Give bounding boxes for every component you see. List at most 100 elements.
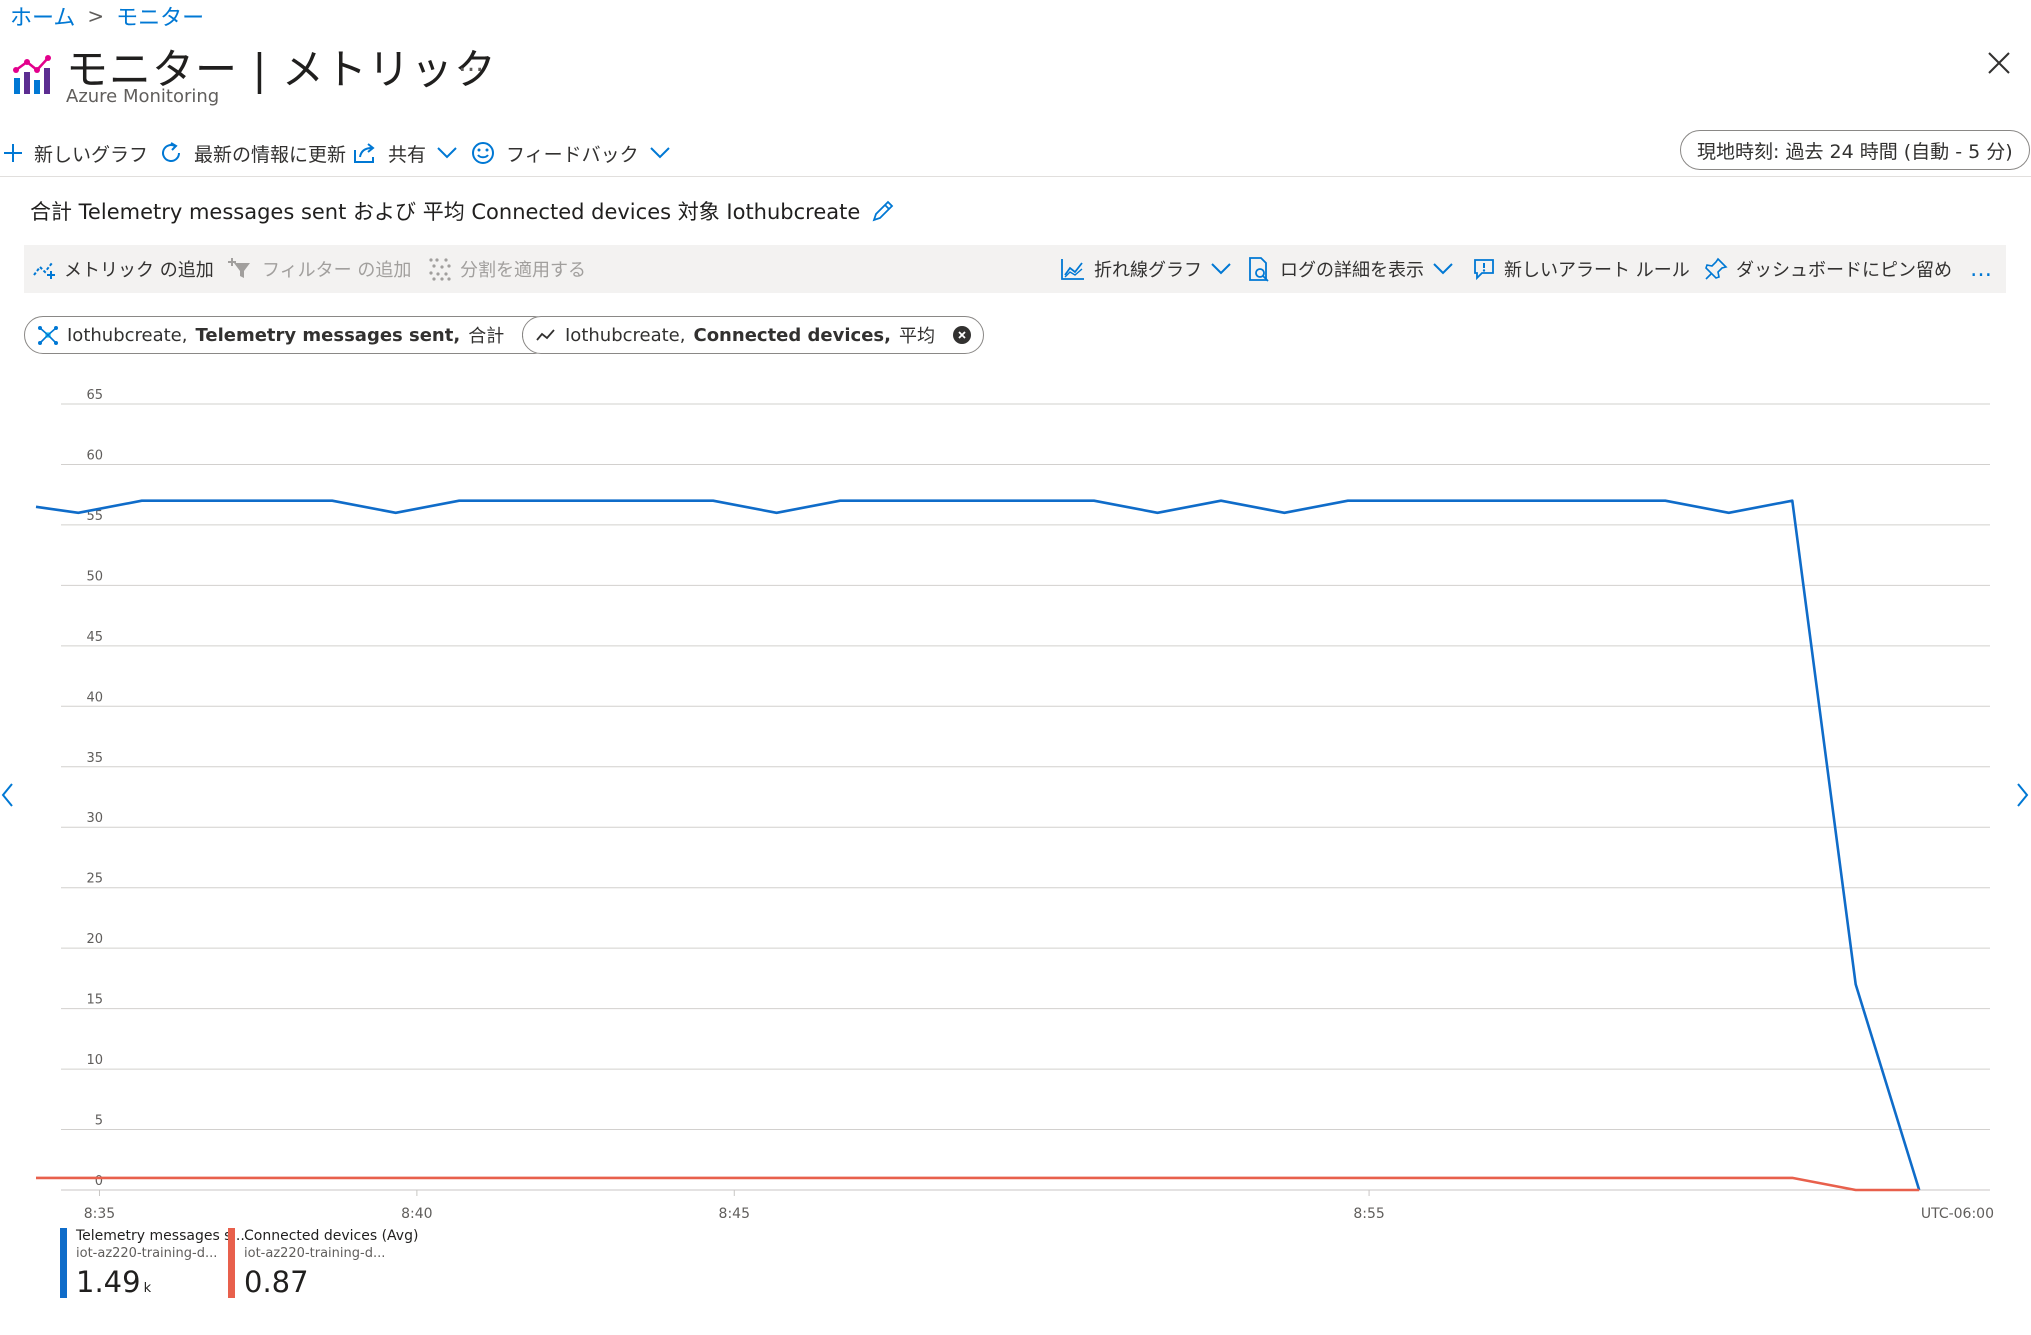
legend-value: 0.87 (244, 1265, 418, 1299)
legend-value-number: 0.87 (244, 1265, 309, 1299)
y-tick-label: 30 (86, 811, 103, 826)
refresh-label: 最新の情報に更新 (194, 143, 347, 166)
y-tick-label: 25 (86, 872, 103, 887)
y-tick-label: 40 (86, 690, 103, 705)
logs-icon (1249, 257, 1269, 282)
legend-value-unit: k (143, 1281, 152, 1296)
chart-title-text: 合計 Telemetry messages sent および 平均 Connec… (30, 200, 861, 224)
legend-resource: iot-az220-training-d... (76, 1246, 218, 1261)
pin-dashboard-button[interactable]: ダッシュボードにピン留め (1704, 245, 1952, 293)
x-tick-label: 8:40 (401, 1206, 432, 1220)
chevron-down-icon (649, 147, 670, 159)
share-icon (354, 143, 375, 163)
remove-metric-icon[interactable] (952, 326, 971, 344)
chevron-down-icon (1211, 263, 1231, 275)
y-tick-label: 35 (86, 751, 103, 766)
legend-resource: iot-az220-training-d... (244, 1246, 386, 1261)
view-logs-label: ログの詳細を表示 (1280, 260, 1424, 281)
y-tick-label: 65 (86, 388, 103, 403)
metrics-line-chart: 05101520253035404550556065 8:35 8:40 8:45 8… (35, 388, 1994, 1220)
filter-icon (228, 258, 250, 278)
chart-title: 合計 Telemetry messages sent および 平均 Connec… (30, 196, 896, 226)
chevron-down-icon (437, 147, 457, 159)
chart-toolbar: メトリック の追加 フィルター の追加 分割を適用する 折れ線グラフ ログの詳細… (24, 245, 2006, 293)
breadcrumb-current-link[interactable]: モニター (116, 0, 204, 32)
metric-pill-connected-devices[interactable]: Iothubcreate, Connected devices, 平均 (522, 316, 984, 354)
legend-item-connected-devices[interactable]: Connected devices (Avg) iot-az220-traini… (228, 1228, 419, 1299)
breadcrumb: ホーム > モニター (10, 0, 204, 32)
add-metric-label: メトリック の追加 (64, 260, 214, 281)
new-alert-rule-label: 新しいアラート ルール (1504, 260, 1690, 281)
y-tick-label: 5 (95, 1114, 103, 1129)
add-metric-icon (33, 262, 55, 279)
x-tick-label: 8:55 (1353, 1206, 1384, 1220)
header-divider (0, 176, 2031, 177)
chevron-down-icon (1433, 263, 1453, 275)
chevron-right-icon[interactable] (2016, 780, 2030, 810)
smiley-icon (472, 142, 494, 164)
chevron-left-icon[interactable] (0, 780, 14, 810)
refresh-icon (162, 142, 181, 162)
metric-pill-resource: Iothubcreate, (67, 324, 188, 346)
metric-pill-aggregation: 合計 (468, 326, 505, 347)
edit-pencil-icon[interactable] (870, 198, 896, 224)
y-tick-label: 0 (95, 1174, 103, 1189)
plus-icon (4, 144, 22, 162)
metric-pill-resource: Iothubcreate, (565, 324, 686, 346)
y-tick-label: 10 (86, 1053, 103, 1068)
share-button[interactable]: 共有 (352, 132, 458, 174)
alert-icon (1474, 259, 1494, 281)
breadcrumb-separator-icon: > (87, 4, 105, 28)
y-tick-label: 45 (86, 630, 103, 645)
legend-color-bar (228, 1228, 235, 1298)
y-tick-label: 20 (86, 932, 103, 947)
feedback-label: フィードバック (506, 143, 639, 166)
y-tick-label: 50 (86, 569, 103, 584)
series-line-1 (35, 499, 1921, 1191)
breadcrumb-home-link[interactable]: ホーム (10, 0, 75, 32)
apply-split-button[interactable]: 分割を適用する (428, 245, 586, 293)
series-line-2 (36, 1176, 1920, 1192)
metric-pill-telemetry[interactable]: Iothubcreate, Telemetry messages sent, 合… (24, 316, 554, 354)
chart-type-label: 折れ線グラフ (1094, 260, 1202, 281)
page-subtitle: Azure Monitoring (66, 86, 220, 107)
add-filter-label: フィルター の追加 (262, 260, 412, 281)
new-alert-rule-button[interactable]: 新しいアラート ルール (1472, 245, 1690, 293)
command-bar: 新しいグラフ 最新の情報に更新 共有 フィードバック 現地時刻: 過去 24 時… (0, 130, 2031, 174)
line-chart-icon (1061, 259, 1084, 280)
time-range-picker[interactable]: 現地時刻: 過去 24 時間 (自動 - 5 分) (1680, 130, 2030, 170)
pin-dashboard-label: ダッシュボードにピン留め (1736, 260, 1952, 281)
add-filter-button[interactable]: フィルター の追加 (228, 245, 411, 293)
more-options-button[interactable]: … (458, 48, 486, 78)
chart-type-button[interactable]: 折れ線グラフ (1060, 245, 1232, 293)
split-icon (429, 258, 451, 281)
pin-icon (1705, 257, 1728, 280)
add-metric-button[interactable]: メトリック の追加 (32, 245, 214, 293)
new-chart-button[interactable]: 新しいグラフ (2, 132, 148, 174)
iot-hub-icon (38, 326, 58, 345)
share-label: 共有 (388, 143, 427, 166)
legend-title: Connected devices (Avg) (244, 1228, 419, 1244)
y-tick-label: 60 (86, 448, 103, 463)
legend-value-number: 1.49 (76, 1265, 141, 1299)
x-tick-label: 8:45 (719, 1206, 750, 1220)
monitor-metrics-icon (13, 55, 51, 94)
y-tick-label: 15 (86, 993, 103, 1008)
legend-color-bar (60, 1228, 67, 1298)
legend-item-telemetry[interactable]: Telemetry messages s... iot-az220-traini… (60, 1228, 245, 1299)
close-icon[interactable] (1984, 48, 2014, 78)
chart-more-button[interactable]: … (1970, 245, 1992, 293)
refresh-button[interactable]: 最新の情報に更新 (158, 132, 346, 174)
metric-line-icon (536, 329, 555, 341)
apply-split-label: 分割を適用する (460, 260, 586, 281)
timezone-label: UTC-06:00 (1921, 1206, 1994, 1220)
view-logs-button[interactable]: ログの詳細を表示 (1246, 245, 1454, 293)
feedback-button[interactable]: フィードバック (470, 132, 671, 174)
legend-title: Telemetry messages s... (76, 1228, 245, 1244)
legend-value: 1.49 k (76, 1265, 245, 1299)
new-chart-label: 新しいグラフ (34, 143, 149, 166)
x-tick-label: 8:35 (84, 1206, 115, 1220)
metric-pill-aggregation: 平均 (898, 326, 935, 347)
metric-pill-metric: Telemetry messages sent, (195, 324, 461, 346)
metric-pill-metric: Connected devices, (693, 324, 891, 346)
